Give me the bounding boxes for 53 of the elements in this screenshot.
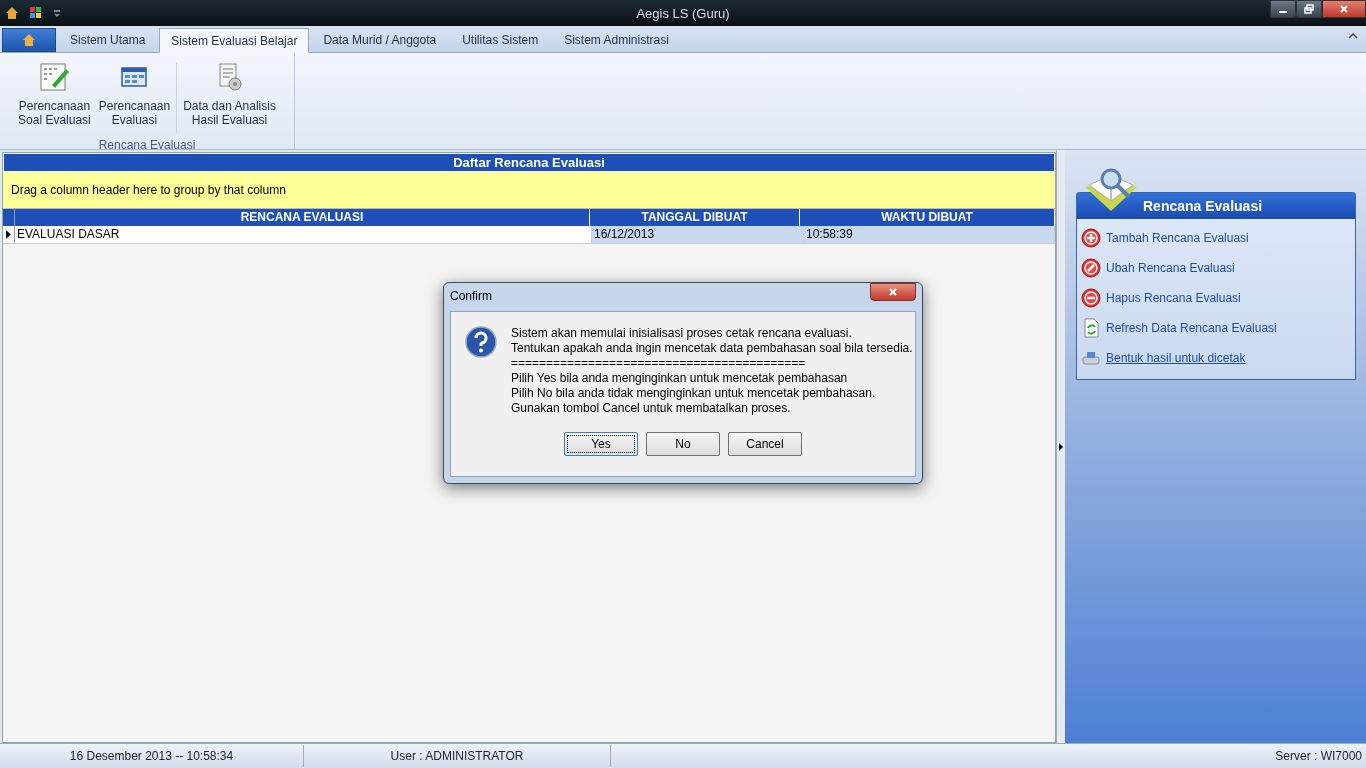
close-button[interactable] [870, 283, 916, 301]
dialog-message-line: Pilih No bila anda tidak menginginkan untuk mencetak pembahasan. [511, 386, 877, 401]
close-button[interactable] [1322, 0, 1366, 18]
restore-icon [1304, 4, 1314, 14]
task-link[interactable]: Refresh Data Rencana Evaluasi [1081, 317, 1355, 339]
home-icon [21, 32, 37, 48]
home-tab[interactable] [2, 28, 56, 52]
table-cell: 10:58:39 [804, 226, 1055, 243]
ribbon-button[interactable]: Perencanaan Soal Evaluasi [14, 59, 95, 129]
sheet-pen-icon [38, 61, 71, 93]
task-link[interactable]: Hapus Rencana Evaluasi [1081, 287, 1355, 309]
grid-title: Daftar Rencana Evaluasi [3, 153, 1055, 172]
dialog-message-line: Pilih Yes bila anda menginginkan untuk mencetak pembahasan [511, 371, 849, 386]
task-link[interactable]: Ubah Rencana Evaluasi [1081, 257, 1355, 279]
group-label: Rencana Evaluasi [98, 138, 196, 152]
status-text: Server : WI7000 [1274, 748, 1363, 765]
close-icon [888, 287, 898, 297]
dialog-title: Confirm [450, 289, 492, 303]
minus-icon [1081, 288, 1101, 308]
window-title: Aegis LS (Guru) [635, 5, 731, 21]
ribbon-button[interactable]: Perencanaan Evaluasi [94, 59, 175, 129]
ribbon-button[interactable]: Data dan Analisis Hasil Evaluasi [179, 59, 280, 129]
ribbon-tab[interactable]: Utilitas Sistem [450, 28, 551, 52]
minimize-icon [1279, 11, 1287, 13]
plus-icon [1081, 228, 1101, 248]
ribbon-tab[interactable]: Data Murid / Anggota [311, 28, 449, 52]
refresh-icon [1081, 318, 1101, 338]
collapse-ribbon-icon[interactable] [1348, 32, 1358, 40]
dialog-button[interactable]: Yes [564, 432, 638, 456]
wrench-icon [1081, 258, 1101, 278]
ribbon-tab[interactable]: Sistem Utama [58, 28, 158, 52]
table-cell: 16/12/2013 [592, 226, 804, 243]
restore-button[interactable] [1296, 0, 1322, 18]
task-link[interactable]: Tambah Rencana Evaluasi [1081, 227, 1355, 249]
close-icon [1339, 4, 1349, 14]
ribbon-tab[interactable]: Sistem Evaluasi Belajar [159, 28, 310, 53]
ribbon-tab[interactable]: Sistem Administrasi [552, 28, 681, 52]
quick-access-icon[interactable] [52, 8, 62, 18]
dialog-message-line: Tentukan apakah anda ingin mencetak data pembahasan soal bila tersedia. [511, 341, 913, 356]
dialog-button[interactable]: Cancel [728, 432, 802, 456]
dialog-message-line: Gunakan tombol Cancel untuk membatalkan proses. [511, 401, 792, 416]
status-text: User : ADMINISTRATOR [304, 745, 611, 767]
splitter-arrow-icon[interactable] [1059, 442, 1063, 451]
group-hint: Drag a column header here to group by that column [11, 183, 286, 197]
task-link[interactable]: Bentuk hasil untuk dicetak [1081, 347, 1355, 369]
dialog-message-line: Sistem akan memulai inisialisasi proses cetak rencana evaluasi. [511, 326, 853, 341]
dialog-message-line: ========================================== [511, 356, 807, 371]
task-panel-title: Rencana Evaluasi [1077, 193, 1355, 219]
dialog-button[interactable]: No [646, 432, 720, 456]
minimize-button[interactable] [1270, 0, 1296, 18]
app-icon[interactable] [4, 5, 20, 21]
question-icon [465, 326, 497, 358]
status-text: 16 Desember 2013 -- 10:58:34 [0, 745, 304, 767]
